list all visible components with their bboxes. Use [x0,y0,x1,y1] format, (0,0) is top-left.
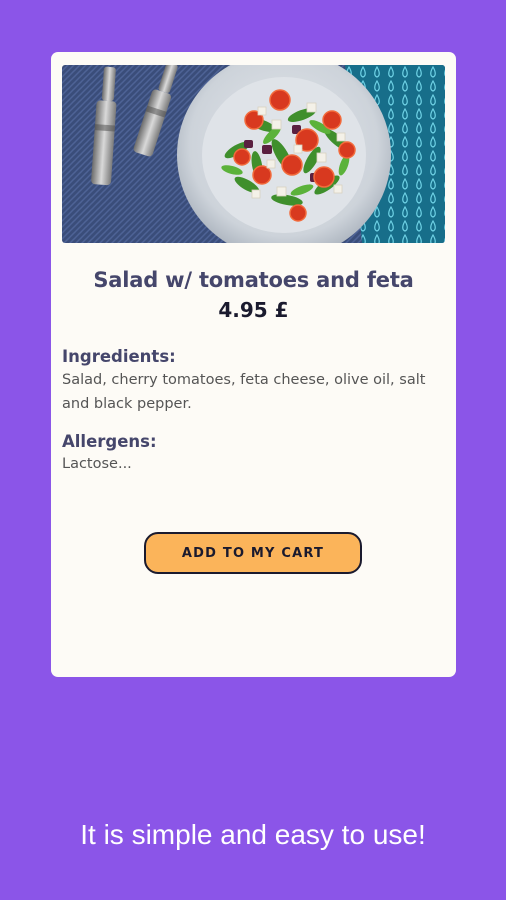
product-title: Salad w/ tomatoes and feta [93,268,414,292]
product-price: 4.95 £ [218,298,289,322]
ingredients-text: Salad, cherry tomatoes, feta cheese, oli… [62,372,426,412]
allergens-label: Allergens: [62,432,157,451]
promo-tagline: It is simple and easy to use! [80,819,426,850]
product-image [62,65,445,243]
ingredients-label: Ingredients: [62,347,176,366]
allergens-text: Lactose... [62,456,132,472]
add-to-cart-button[interactable]: ADD TO MY CART [144,532,362,574]
product-card: Salad w/ tomatoes and feta 4.95 £ Ingred… [51,52,456,677]
